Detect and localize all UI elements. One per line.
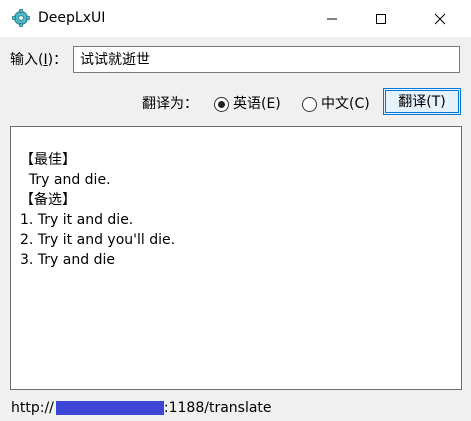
radio-selected-icon (214, 96, 229, 112)
radio-chinese[interactable]: 中文(C) (302, 95, 370, 113)
radio-english[interactable]: 英语(E) (214, 95, 281, 113)
gear-cog-icon (12, 9, 30, 27)
radio-english-label: 英语(E) (233, 96, 281, 112)
window-title: DeepLxUI (38, 10, 106, 26)
title-bar: DeepLxUI (0, 0, 471, 37)
output-line: Try and die. (20, 172, 111, 188)
minimize-icon (327, 18, 337, 19)
redacted-host (55, 401, 164, 415)
output-line: 2. Try it and you'll die. (20, 232, 176, 248)
translate-button-label: 翻译(T) (398, 93, 446, 110)
minimize-button[interactable] (309, 0, 355, 37)
output-line: 1. Try it and die. (20, 212, 134, 228)
translate-button[interactable]: 翻译(T) (383, 88, 461, 115)
close-button[interactable] (417, 0, 463, 37)
output-line: 3. Try and die (20, 252, 115, 268)
output-line: 【最佳】 (20, 152, 76, 168)
source-text-input[interactable]: 试试就逝世 (73, 46, 460, 73)
status-url-prefix: http:// (11, 400, 54, 416)
status-bar: http:// :1188/translate (11, 399, 272, 417)
maximize-icon (376, 13, 386, 24)
close-icon (434, 13, 446, 24)
translation-output[interactable]: 【最佳】 Try and die. 【备选】 1. Try it and die… (10, 126, 462, 390)
target-language-label: 翻译为： (142, 96, 198, 112)
input-label: 输入(I)： (10, 51, 67, 69)
input-label-prefix: 输入( (10, 52, 44, 68)
status-url-suffix: :1188/translate (163, 400, 272, 416)
radio-chinese-label: 中文(C) (321, 96, 370, 112)
radio-unselected-icon (302, 96, 317, 112)
output-line: 【备选】 (20, 192, 76, 208)
maximize-button[interactable] (358, 0, 404, 37)
input-label-suffix: )： (47, 52, 68, 68)
